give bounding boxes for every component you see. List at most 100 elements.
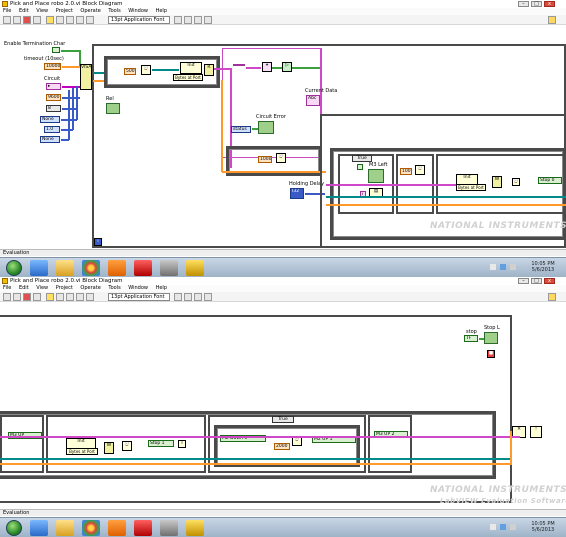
abort-icon-2[interactable] [23,293,31,301]
menu-tools-2[interactable]: Tools [108,285,120,291]
case-selector-true-bottom[interactable]: True [272,416,294,423]
acrobat-icon-2[interactable] [134,520,152,536]
holding-delay-control[interactable]: I32 [290,188,304,199]
maximize-button-2[interactable]: □ [531,278,542,284]
distribute-objects-icon-2[interactable] [184,293,192,301]
wait-100-constant[interactable]: 100 [400,168,412,175]
retain-wire-values-icon[interactable] [56,16,64,24]
visa-write-node[interactable]: W [492,176,502,188]
m3-left-cluster[interactable] [368,169,384,183]
menu-help-2[interactable]: Help [156,285,167,291]
step-into-icon[interactable] [66,16,74,24]
chrome-icon-2[interactable] [82,520,100,536]
bytes-at-port-property-2[interactable]: Bytes at Port [456,184,486,191]
wait-500-constant[interactable]: 500 [124,68,136,75]
maximize-button[interactable]: □ [531,1,542,7]
enable-termination-control[interactable] [52,47,60,53]
wait-1000-constant[interactable]: 1000 [258,156,272,163]
menu-operate-2[interactable]: Operate [80,285,100,291]
highlight-execution-icon-2[interactable] [46,293,54,301]
menu-operate[interactable]: Operate [80,8,100,14]
app-icon-6[interactable] [160,260,178,276]
loop-stop-terminal[interactable]: ■ [487,350,495,358]
pause-icon[interactable] [33,16,41,24]
bottom-title-bar[interactable]: Pick and Place robo 2.0.vi Block Diagram… [0,277,566,285]
media-player-icon-2[interactable] [108,520,126,536]
acrobat-icon[interactable] [134,260,152,276]
distribute-objects-icon[interactable] [184,16,192,24]
menu-help[interactable]: Help [156,8,167,14]
tray-flag-icon-2[interactable] [490,524,496,530]
true-constant-bottom[interactable]: T [178,440,186,448]
simple-error-handler-node[interactable]: ! [530,426,542,438]
wait-2000-constant[interactable]: 2000 [274,443,290,450]
tray-volume-icon[interactable] [510,264,516,270]
rel-cluster-constant[interactable] [106,103,120,114]
ie-icon[interactable] [30,260,48,276]
run-continuously-icon[interactable] [13,16,21,24]
bytes-at-port-property[interactable]: Bytes at Port [173,74,203,81]
start-button-icon[interactable] [6,260,22,276]
menu-edit-2[interactable]: Edit [19,285,29,291]
cleanup-diagram-icon[interactable] [204,16,212,24]
start-button-icon-2[interactable] [6,520,22,536]
run-continuously-icon-2[interactable] [13,293,21,301]
case-bool-terminal[interactable] [357,164,363,170]
context-help-icon[interactable] [548,16,556,24]
minimize-button-2[interactable]: – [518,278,529,284]
top-clock[interactable]: 10:05 PM 5/6/2013 [524,261,562,273]
wait-ms-node-2[interactable]: ⌚ [276,153,286,163]
menu-view-2[interactable]: View [36,285,48,291]
abort-icon[interactable] [23,16,31,24]
menu-project-2[interactable]: Project [56,285,73,291]
step-over-icon-2[interactable] [76,293,84,301]
menu-edit[interactable]: Edit [19,8,29,14]
string-constant[interactable] [233,64,245,66]
menu-file[interactable]: File [3,8,11,14]
reorder-icon-2[interactable] [194,293,202,301]
visa-configure-serial-port-node[interactable]: VISA [80,64,92,90]
stop-bits-control[interactable]: 1.0 [44,126,60,133]
bottom-diagram-canvas[interactable]: stop TF Stop L ■ M3 UP Init Bytes at Por… [0,303,566,509]
pause-icon-2[interactable] [33,293,41,301]
top-title-bar[interactable]: Pick and Place robo 2.0.vi Block Diagram… [0,0,566,8]
data-bits-control[interactable]: 8 [46,105,61,112]
step-out-icon[interactable] [86,16,94,24]
align-objects-icon-2[interactable] [174,293,182,301]
media-player-icon[interactable] [108,260,126,276]
tray-network-icon-2[interactable] [500,524,506,530]
tray-volume-icon-2[interactable] [510,524,516,530]
case-selector-true[interactable]: True [352,155,372,162]
sequence-frame-init[interactable] [104,56,220,88]
bottom-wait-node[interactable]: ⌚ [122,441,132,451]
labview-taskbar-icon[interactable] [186,260,204,276]
run-arrow-icon-2[interactable] [3,293,11,301]
align-objects-icon[interactable] [174,16,182,24]
step-over-icon[interactable] [76,16,84,24]
timeout-control[interactable]: 10000 [44,63,61,70]
menu-window-2[interactable]: Window [128,285,148,291]
font-selector-2[interactable]: 13pt Application Font [108,293,170,301]
parity-control[interactable]: None [40,116,60,123]
reorder-icon[interactable] [194,16,202,24]
step-into-icon-2[interactable] [66,293,74,301]
minimize-button[interactable]: – [518,1,529,7]
cleanup-diagram-icon-2[interactable] [204,293,212,301]
circuit-control[interactable]: ▸ [46,83,61,90]
font-selector[interactable]: 13pt Application Font [108,16,170,24]
match-pattern-node[interactable]: ⌖ [262,62,272,72]
bottom-clock[interactable]: 10:05 PM 5/6/2013 [524,521,562,533]
highlight-execution-icon[interactable] [46,16,54,24]
menu-view[interactable]: View [36,8,48,14]
property-node-init[interactable]: Init [180,62,202,74]
wait-ms-node[interactable]: ⌚ [141,65,151,75]
flow-control-control[interactable]: None [40,136,60,143]
step-out-icon-2[interactable] [86,293,94,301]
run-arrow-icon[interactable] [3,16,11,24]
visa-write-bottom[interactable]: W [104,442,114,454]
baud-rate-control[interactable]: 9600 [46,94,61,101]
menu-tools[interactable]: Tools [108,8,120,14]
close-button[interactable]: x [544,1,555,7]
top-diagram-canvas[interactable]: Enable Termination Char timeout (10sec) … [0,26,566,248]
labview-taskbar-icon-2[interactable] [186,520,204,536]
